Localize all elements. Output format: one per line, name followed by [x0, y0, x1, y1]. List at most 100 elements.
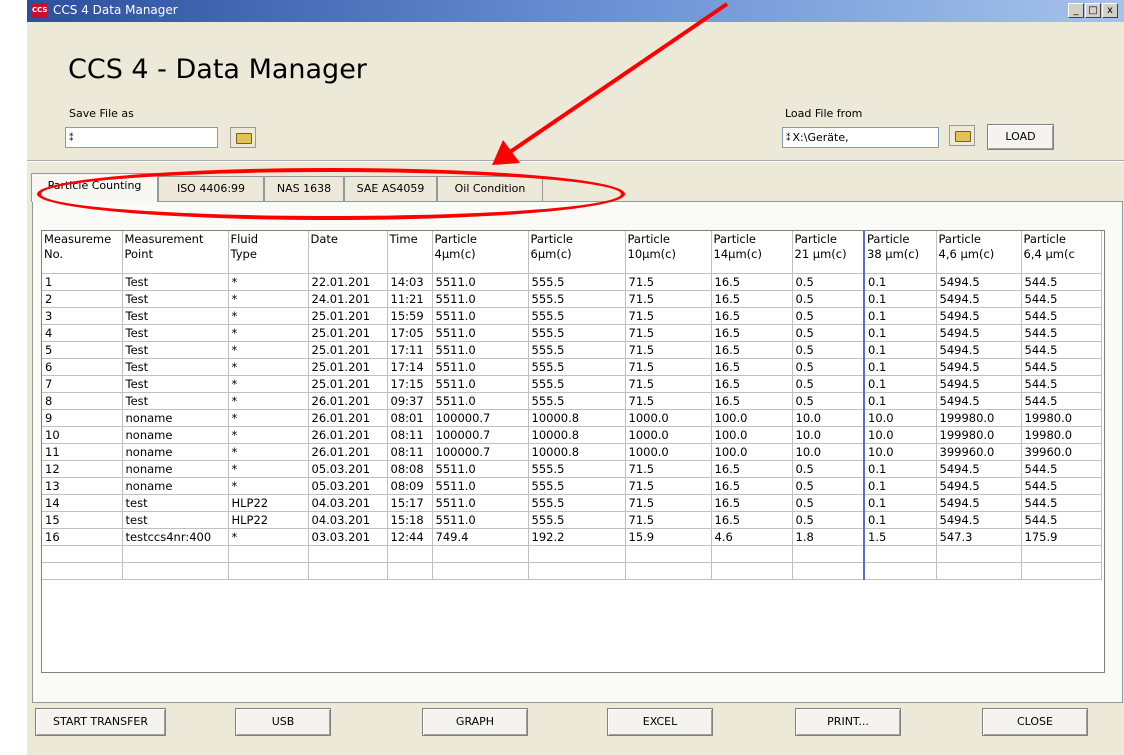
- graph-button[interactable]: GRAPH: [422, 708, 528, 736]
- table-cell: *: [228, 290, 309, 308]
- column-header[interactable]: Particle 4,6 µm(c): [936, 231, 1022, 274]
- table-row[interactable]: 11 noname * 26.01.201 08:11 100000.7 10000.8 10…: [42, 443, 1102, 461]
- table-cell: 19980.0: [1021, 426, 1102, 444]
- column-header[interactable]: Particle 10µm(c): [625, 231, 712, 274]
- table-cell: 0.5: [792, 392, 865, 410]
- table-row[interactable]: [42, 545, 1102, 563]
- table-cell: 16.5: [711, 511, 793, 529]
- column-header-line: Particle: [530, 232, 574, 246]
- table-cell: noname: [122, 443, 229, 461]
- table-row[interactable]: 14 test HLP22 04.03.201 15:17 5511.0 555.5 71.5…: [42, 494, 1102, 512]
- table-row[interactable]: 4 Test * 25.01.201 17:05 5511.0 555.5 71.5 16.5 0…: [42, 324, 1102, 342]
- save-browse-button[interactable]: [230, 127, 256, 148]
- column-header-line: 6µm(c): [530, 247, 572, 261]
- table-cell: test: [122, 511, 229, 529]
- table-cell: 544.5: [1021, 375, 1102, 393]
- path-icon: ⁑: [786, 134, 791, 144]
- tab-particle-counting[interactable]: Particle Counting: [31, 173, 158, 202]
- table-cell: 16.5: [711, 358, 793, 376]
- table-row[interactable]: 12 noname * 05.03.201 08:08 5511.0 555.5 71.5 16…: [42, 460, 1102, 478]
- column-header[interactable]: Fluid Type: [228, 231, 309, 274]
- column-header-line: Type: [230, 247, 257, 261]
- table-row[interactable]: 13 noname * 05.03.201 08:09 5511.0 555.5 71.5 16…: [42, 477, 1102, 495]
- column-header-line: Time: [389, 232, 418, 246]
- table-cell: 4.6: [711, 528, 793, 546]
- table-row[interactable]: 6 Test * 25.01.201 17:14 5511.0 555.5 71.5 16.5 0…: [42, 358, 1102, 376]
- print-button[interactable]: PRINT...: [795, 708, 901, 736]
- table-cell: 749.4: [432, 528, 529, 546]
- tab-oil-condition[interactable]: Oil Condition: [437, 176, 543, 201]
- column-header[interactable]: Date: [308, 231, 388, 274]
- table-cell: test: [122, 494, 229, 512]
- tab-iso-4406[interactable]: ISO 4406:99: [158, 176, 264, 201]
- table-cell: *: [228, 460, 309, 478]
- table-row[interactable]: 15 test HLP22 04.03.201 15:18 5511.0 555.5 71.5…: [42, 511, 1102, 529]
- table-row[interactable]: [42, 562, 1102, 580]
- column-header[interactable]: Particle 14µm(c): [711, 231, 793, 274]
- table-row[interactable]: 2 Test * 24.01.201 11:21 5511.0 555.5 71.5 16.5 0…: [42, 290, 1102, 308]
- save-file-field[interactable]: ⁑: [65, 127, 218, 148]
- table-cell: 71.5: [625, 460, 712, 478]
- close-button[interactable]: CLOSE: [982, 708, 1088, 736]
- table-cell: 71.5: [625, 358, 712, 376]
- table-cell: 1.8: [792, 528, 865, 546]
- table-cell: 1000.0: [625, 409, 712, 427]
- column-header-line: 38 µm(c): [867, 247, 920, 261]
- load-browse-button[interactable]: [949, 125, 975, 146]
- column-header-line: Particle: [938, 232, 982, 246]
- column-header[interactable]: Measurement Point: [122, 231, 229, 274]
- column-header[interactable]: Particle 21 µm(c): [792, 231, 865, 274]
- table-cell: 16.5: [711, 494, 793, 512]
- table-cell: 71.5: [625, 477, 712, 495]
- table-cell: 10.0: [792, 426, 865, 444]
- table-cell: Test: [122, 392, 229, 410]
- table-row[interactable]: 3 Test * 25.01.201 15:59 5511.0 555.5 71.5 16.5 0…: [42, 307, 1102, 325]
- table-cell: 5494.5: [936, 494, 1022, 512]
- column-header[interactable]: Particle 38 µm(c): [864, 231, 937, 274]
- column-header[interactable]: Particle 6,4 µm(c: [1021, 231, 1102, 274]
- table-cell: 71.5: [625, 494, 712, 512]
- table-cell: *: [228, 324, 309, 342]
- table-cell: 0.1: [864, 324, 937, 342]
- table-row[interactable]: 9 noname * 26.01.201 08:01 100000.7 10000.8 100…: [42, 409, 1102, 427]
- tab-sae-as4059[interactable]: SAE AS4059: [344, 176, 437, 201]
- excel-button[interactable]: EXCEL: [607, 708, 713, 736]
- table-cell: 08:09: [387, 477, 433, 495]
- minimize-button[interactable]: _: [1068, 3, 1084, 18]
- table-row[interactable]: 1 Test * 22.01.201 14:03 5511.0 555.5 71.5 16.5 0…: [42, 273, 1102, 291]
- close-window-button[interactable]: x: [1102, 3, 1118, 18]
- table-cell: 175.9: [1021, 528, 1102, 546]
- start-transfer-button[interactable]: START TRANSFER: [35, 708, 166, 736]
- table-row[interactable]: 8 Test * 26.01.201 09:37 5511.0 555.5 71.5 16.5 0…: [42, 392, 1102, 410]
- tab-nas-1638[interactable]: NAS 1638: [264, 176, 344, 201]
- table-cell: 5511.0: [432, 358, 529, 376]
- table-row[interactable]: 5 Test * 25.01.201 17:11 5511.0 555.5 71.5 16.5 0…: [42, 341, 1102, 359]
- vertical-scrollbar[interactable]: ▲ ▼: [1104, 231, 1105, 672]
- table-cell: 100000.7: [432, 426, 529, 444]
- table-cell: 7: [42, 375, 123, 393]
- column-header[interactable]: Measureme No.: [42, 231, 123, 274]
- table-cell: 0.1: [864, 358, 937, 376]
- load-file-field[interactable]: ⁑ X:\Geräte,: [782, 127, 939, 148]
- maximize-button[interactable]: □: [1085, 3, 1101, 18]
- load-button[interactable]: LOAD: [987, 124, 1054, 150]
- table-row[interactable]: 16 testccs4nr:400 * 03.03.201 12:44 749.4 192.…: [42, 528, 1102, 546]
- data-grid[interactable]: Measureme No. Measurement Point Fluid Type Dat…: [41, 230, 1105, 673]
- table-cell: 6: [42, 358, 123, 376]
- table-cell: 5511.0: [432, 477, 529, 495]
- column-header[interactable]: Time: [387, 231, 433, 274]
- table-row[interactable]: 10 noname * 26.01.201 08:11 100000.7 10000.8 10…: [42, 426, 1102, 444]
- column-header[interactable]: Particle 4µm(c): [432, 231, 529, 274]
- column-header[interactable]: Particle 6µm(c): [528, 231, 626, 274]
- usb-button[interactable]: USB: [235, 708, 331, 736]
- table-cell: 16.5: [711, 324, 793, 342]
- title-bar[interactable]: CCS CCS 4 Data Manager _ □ x: [27, 0, 1124, 22]
- column-header-line: 10µm(c): [627, 247, 676, 261]
- table-cell: Test: [122, 375, 229, 393]
- table-cell: 555.5: [528, 341, 626, 359]
- table-row[interactable]: 7 Test * 25.01.201 17:15 5511.0 555.5 71.5 16.5 0…: [42, 375, 1102, 393]
- table-cell: [228, 562, 309, 580]
- table-cell: 12: [42, 460, 123, 478]
- table-cell: testccs4nr:400: [122, 528, 229, 546]
- header-separator: [27, 160, 1124, 162]
